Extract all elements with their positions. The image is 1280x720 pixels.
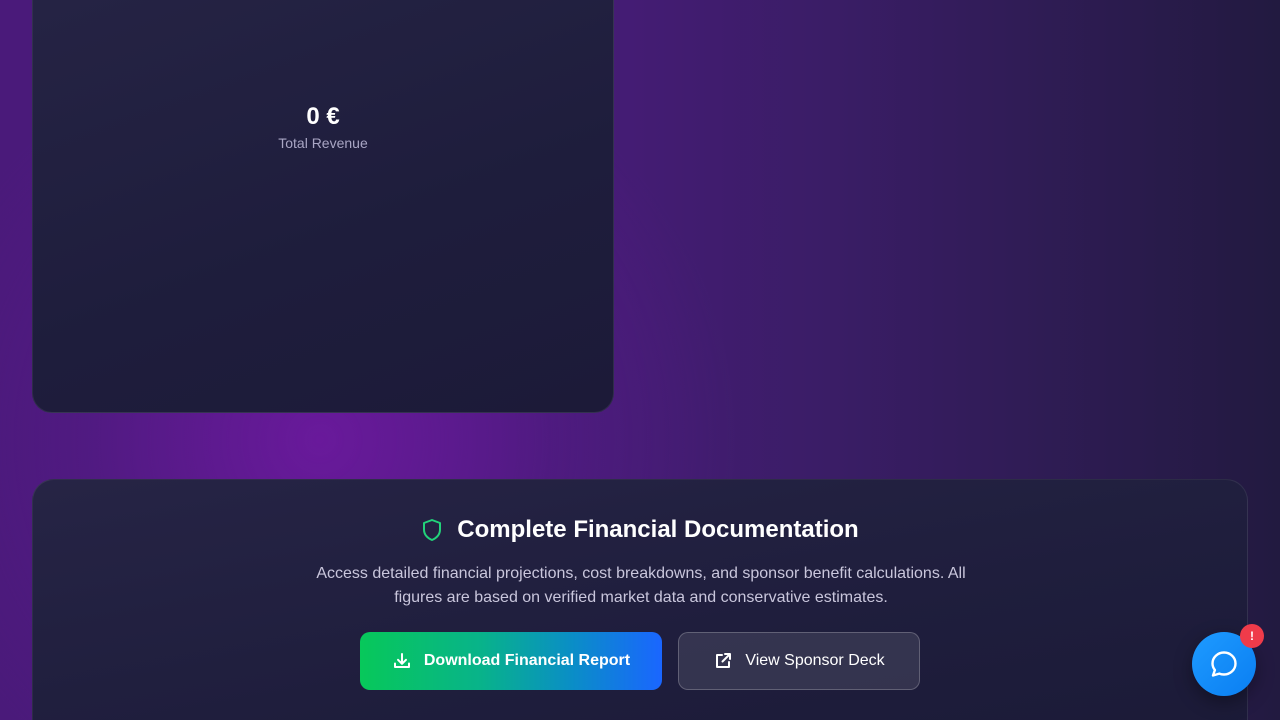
total-revenue-label: Total Revenue — [278, 135, 368, 151]
sponsor-button-label: View Sponsor Deck — [745, 652, 885, 669]
view-sponsor-deck-button[interactable]: View Sponsor Deck — [678, 632, 920, 690]
external-link-icon — [716, 653, 732, 668]
financial-documentation-card: Complete Financial Documentation Access … — [32, 479, 1248, 720]
download-button-label: Download Financial Report — [423, 652, 631, 669]
download-financial-report-button[interactable]: Download Financial Report — [360, 632, 662, 690]
download-icon — [393, 653, 410, 668]
documentation-header: Complete Financial Documentation — [33, 516, 1247, 544]
chat-notification-badge: ! — [1240, 624, 1264, 648]
revenue-card: 0 € Total Revenue — [32, 0, 614, 413]
documentation-title: Complete Financial Documentation — [457, 516, 859, 543]
total-revenue-value: 0 € — [306, 103, 340, 130]
chat-bubble-icon — [1211, 651, 1237, 677]
shield-icon — [423, 519, 442, 541]
documentation-description: Access detailed financial projections, c… — [316, 565, 966, 606]
documentation-actions: Download Financial Report View Sponsor D… — [33, 632, 1247, 690]
